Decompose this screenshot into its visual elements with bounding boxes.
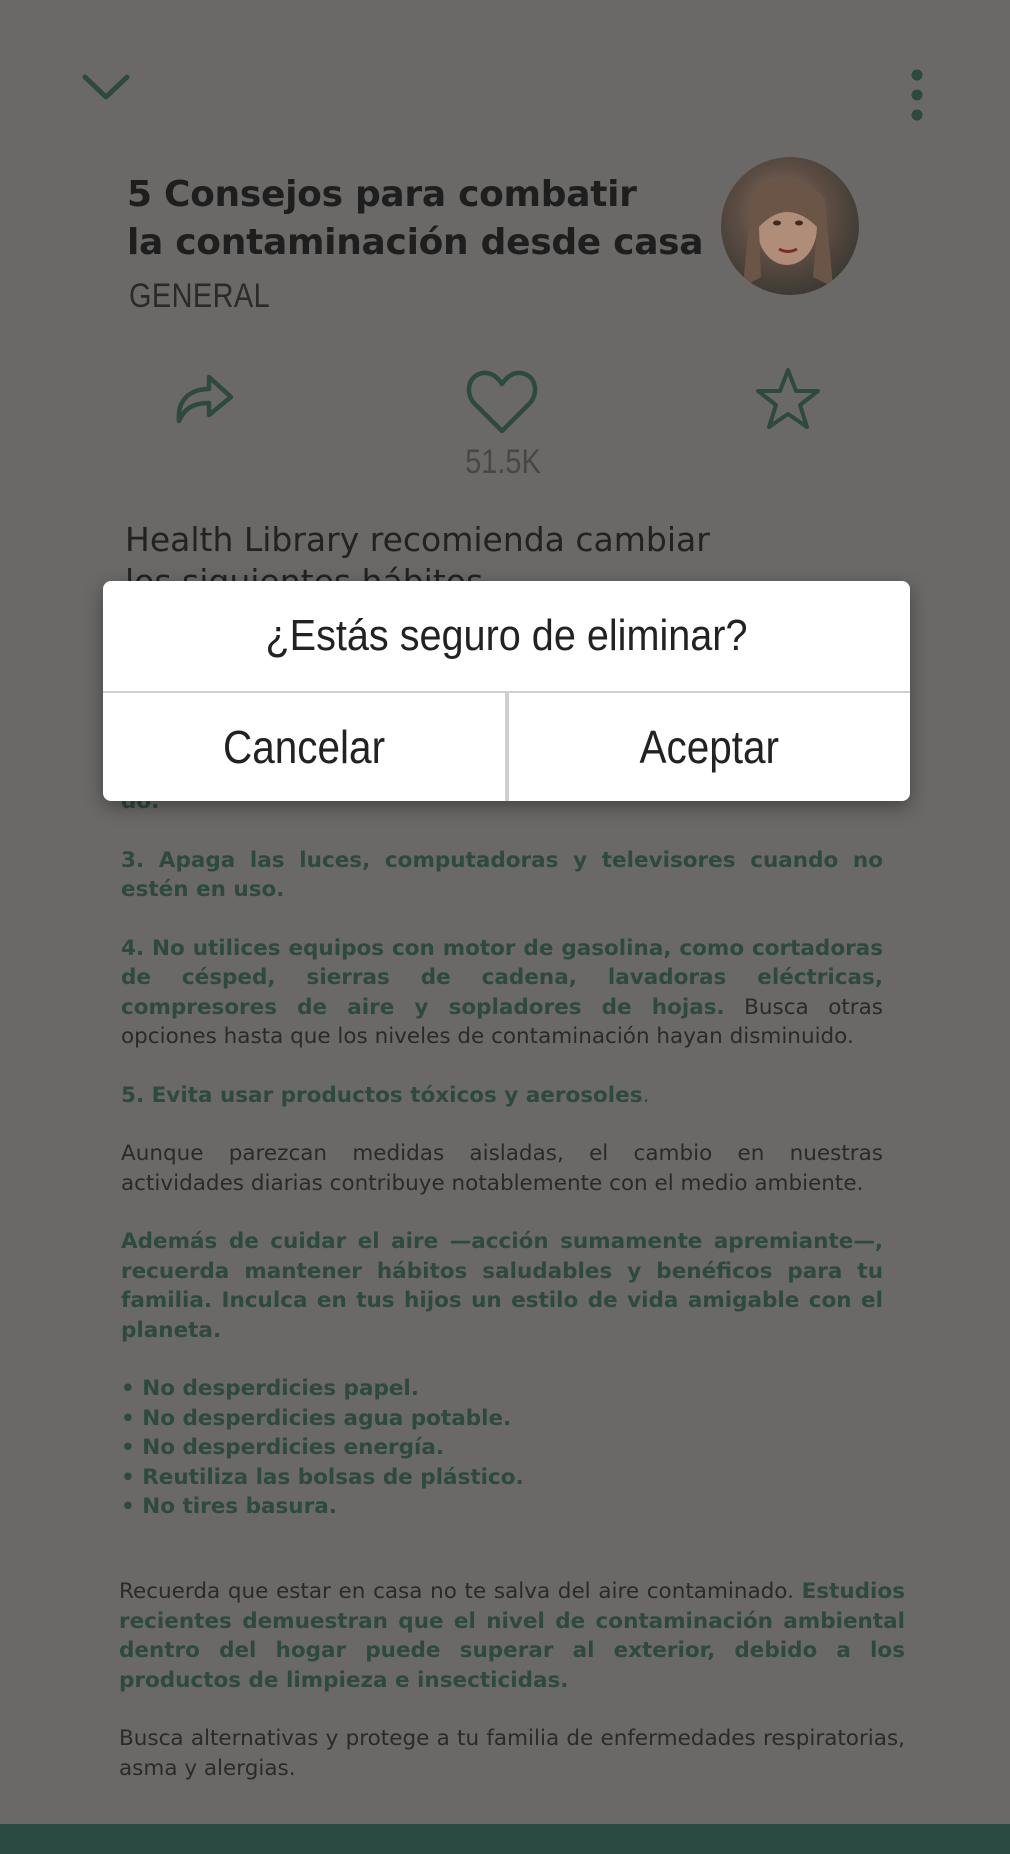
- article-paragraph: Aunque parezcan medidas aisladas, el cam…: [121, 1141, 883, 1196]
- list-item: • No desperdicies energía.: [121, 1435, 445, 1460]
- article-paragraph: Recuerda que estar en casa no te salva d…: [119, 1577, 905, 1695]
- cancel-button-label: Cancelar: [222, 721, 386, 773]
- intro-line1: Health Library recomienda cambiar: [125, 520, 710, 559]
- post-title-line2: la contaminación desde casa: [127, 222, 704, 263]
- article-body: do. 3. Apaga las luces, computadoras y t…: [121, 787, 883, 1551]
- tips-list: • No desperdicies papel. • No desperdici…: [121, 1374, 883, 1522]
- post-category: GENERAL: [129, 277, 271, 315]
- accept-button-label: Aceptar: [639, 721, 780, 773]
- post-title-line1: 5 Consejos para combatir: [127, 174, 637, 215]
- list-item: • Reutiliza las bolsas de plástico.: [121, 1464, 524, 1490]
- article-paragraph: 3. Apaga las luces, computadoras y telev…: [121, 847, 883, 903]
- star-icon[interactable]: [755, 367, 821, 431]
- heart-icon[interactable]: [465, 369, 539, 435]
- article-paragraph: Además de cuidar el aire —acción sumamen…: [121, 1229, 883, 1343]
- article-body-end: Recuerda que estar en casa no te salva d…: [119, 1577, 905, 1812]
- article-screen: 5 Consejos para combatir la contaminació…: [3, 3, 1007, 1854]
- likes-count: 51.5K: [465, 443, 541, 481]
- accept-button[interactable]: Aceptar: [509, 693, 910, 801]
- article-paragraph: 5. Evita usar productos tóxicos y aeroso…: [121, 1081, 883, 1111]
- chevron-down-icon[interactable]: [81, 69, 131, 109]
- cancel-button[interactable]: Cancelar: [103, 693, 505, 801]
- article-paragraph: Busca alternativas y protege a tu famili…: [119, 1726, 905, 1781]
- article-paragraph: 4. No utilices equipos con motor de gaso…: [121, 934, 883, 1052]
- author-avatar[interactable]: [721, 157, 859, 295]
- share-icon[interactable]: [173, 369, 235, 427]
- paragraph-text: Recuerda que estar en casa no te salva d…: [119, 1579, 802, 1604]
- paragraph-bold: 5. Evita usar productos tóxicos y aeroso…: [121, 1082, 643, 1108]
- bottom-bar: [0, 1824, 1010, 1854]
- list-item: • No tires basura.: [121, 1494, 337, 1519]
- list-item: • No desperdicies agua potable.: [121, 1405, 512, 1431]
- post-title: 5 Consejos para combatir la contaminació…: [127, 171, 707, 267]
- list-item: • No desperdicies papel.: [121, 1376, 419, 1401]
- more-vertical-icon[interactable]: [903, 67, 931, 123]
- dialog-message: ¿Estás seguro de eliminar?: [265, 611, 748, 660]
- confirm-delete-dialog: ¿Estás seguro de eliminar? Cancelar Acep…: [103, 581, 910, 801]
- paragraph-text: .: [642, 1082, 650, 1108]
